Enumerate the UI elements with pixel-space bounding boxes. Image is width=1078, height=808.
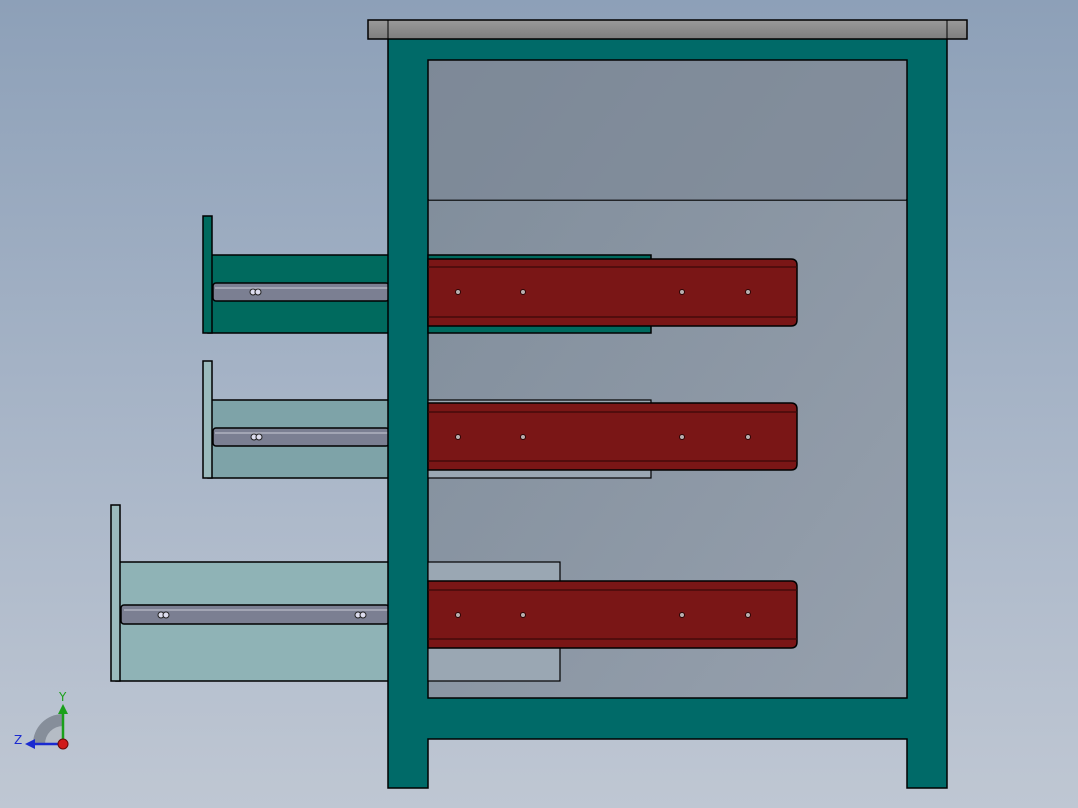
drawer-middle-front-panel [202, 360, 213, 479]
drawer-top-front-panel [202, 215, 213, 334]
y-axis-label: Y [58, 690, 67, 704]
rail-middle [427, 402, 798, 471]
drawer-middle-slide [212, 427, 390, 447]
rail-bottom [427, 580, 798, 649]
slide-hole-icon [249, 288, 262, 296]
cabinet-top-plate [367, 19, 968, 40]
rail-top [427, 258, 798, 327]
cad-viewport[interactable]: Y Z [0, 0, 1078, 808]
z-axis-label: Z [14, 733, 22, 747]
drawer-bottom-front-panel [110, 504, 121, 682]
cabinet-drawing: Y Z [14, 19, 968, 789]
orientation-triad-icon[interactable]: Y Z [14, 690, 69, 750]
slide-hole-icon [250, 433, 263, 441]
drawer-top-slide [212, 282, 390, 302]
